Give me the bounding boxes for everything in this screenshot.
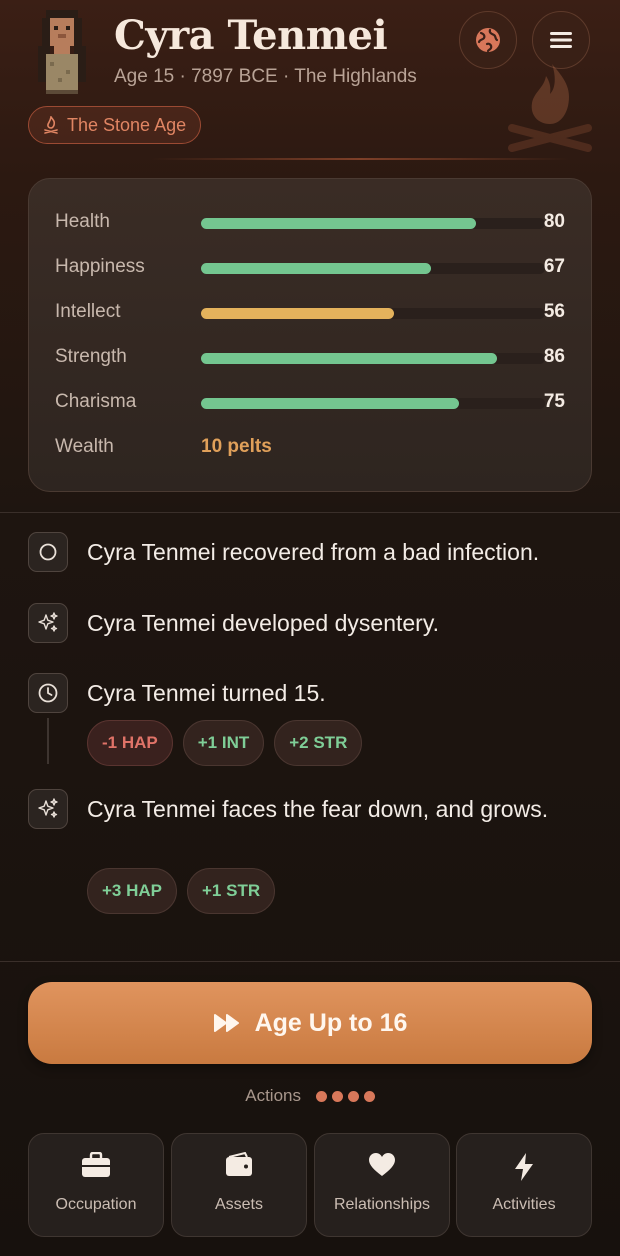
era-badge[interactable]: The Stone Age — [28, 106, 202, 144]
stat-label: Strength — [55, 346, 127, 367]
era-label: The Stone Age — [67, 114, 187, 135]
stat-row-health: Health 80 — [55, 208, 565, 238]
campfire-small-icon — [44, 116, 58, 134]
stat-change-chip: +2 STR — [274, 720, 363, 766]
stat-change-chips: +3 HAP +1 STR — [87, 868, 276, 914]
stats-card: Health 80 Happiness 67 Intellect 56 Stre… — [28, 178, 592, 492]
stat-change-chip: +1 INT — [182, 720, 265, 766]
character-subline: Age 15 · 7897 BCE · The Highlands — [114, 66, 417, 87]
wallet-icon — [226, 1152, 252, 1176]
stat-change-chip: -1 HAP — [87, 720, 173, 766]
stat-value: 86 — [543, 346, 565, 367]
campfire-icon — [508, 64, 592, 152]
stat-bar-track — [201, 353, 545, 364]
stat-bar-fill — [201, 398, 459, 409]
action-label: Assets — [214, 1196, 263, 1213]
stat-bar-fill — [201, 308, 394, 319]
event-text: Cyra Tenmei faces the fear down, and gro… — [87, 796, 549, 822]
age-up-label: Age Up to 16 — [254, 1008, 408, 1037]
stat-row-intellect: Intellect 56 — [55, 298, 565, 328]
action-label: Relationships — [333, 1196, 431, 1213]
stat-value: 80 — [543, 211, 565, 232]
stat-change-chip: +3 HAP — [87, 868, 177, 914]
actions-label: Actions — [245, 1086, 301, 1105]
dot — [315, 1091, 327, 1103]
action-occupation-button[interactable]: Occupation — [28, 1133, 164, 1237]
stat-bar-track — [201, 263, 545, 274]
stat-bar-track — [201, 398, 545, 409]
stat-row-wealth: Wealth 10 pelts — [55, 433, 565, 463]
dot — [363, 1091, 375, 1103]
section-divider — [0, 961, 620, 962]
briefcase-icon — [82, 1152, 110, 1177]
sparkles-icon — [28, 603, 68, 643]
stat-value: 56 — [543, 301, 565, 322]
stat-row-charisma: Charisma 75 — [55, 388, 565, 418]
heart-icon — [369, 1153, 395, 1176]
stat-label: Charisma — [55, 391, 137, 412]
globe-icon — [476, 28, 500, 53]
dot — [347, 1091, 359, 1103]
clock-icon — [28, 673, 68, 713]
event-text: Cyra Tenmei recovered from a bad infecti… — [87, 539, 540, 565]
action-label: Occupation — [55, 1196, 137, 1213]
actions-header: Actions — [0, 1086, 620, 1106]
stat-bar-fill — [201, 353, 497, 364]
action-activities-button[interactable]: Activities — [456, 1133, 592, 1237]
sparkles-icon — [28, 789, 68, 829]
stat-value: 75 — [543, 391, 565, 412]
event-text: Cyra Tenmei developed dysentery. — [87, 610, 440, 636]
fast-forward-icon — [213, 1014, 239, 1032]
event-item: Cyra Tenmei turned 15. -1 HAP +1 INT +2 … — [28, 673, 598, 773]
stat-row-happiness: Happiness 67 — [55, 253, 565, 283]
stat-row-strength: Strength 86 — [55, 343, 565, 373]
action-assets-button[interactable]: Assets — [171, 1133, 307, 1237]
actions-dots — [315, 1091, 375, 1103]
dot — [331, 1091, 343, 1103]
stat-label: Wealth — [55, 436, 114, 457]
section-divider — [0, 512, 620, 513]
stat-value: 67 — [543, 256, 565, 277]
stat-label: Intellect — [55, 301, 121, 322]
stat-bar-track — [201, 308, 545, 319]
event-item: Cyra Tenmei faces the fear down, and gro… — [28, 789, 598, 919]
action-label: Activities — [492, 1196, 556, 1213]
event-text: Cyra Tenmei turned 15. — [87, 680, 326, 706]
age-up-button[interactable]: Age Up to 16 — [28, 982, 592, 1064]
stat-change-chips: -1 HAP +1 INT +2 STR — [87, 720, 363, 766]
header-divider — [150, 158, 570, 160]
wealth-value: 10 pelts — [201, 436, 272, 457]
stat-bar-track — [201, 218, 545, 229]
character-avatar[interactable] — [34, 10, 90, 94]
lightning-icon — [515, 1153, 533, 1181]
stat-bar-fill — [201, 218, 477, 229]
timeline-connector — [47, 718, 49, 764]
action-relationships-button[interactable]: Relationships — [314, 1133, 450, 1237]
stat-label: Happiness — [55, 256, 145, 277]
circle-icon — [28, 532, 68, 572]
stat-label: Health — [55, 211, 110, 232]
stat-bar-fill — [201, 263, 432, 274]
stat-change-chip: +1 STR — [187, 868, 276, 914]
character-header: Cyra Tenmei Age 15 · 7897 BCE · The High… — [0, 0, 620, 170]
character-name: Cyra Tenmei — [114, 12, 388, 59]
hamburger-menu-icon — [550, 32, 572, 48]
